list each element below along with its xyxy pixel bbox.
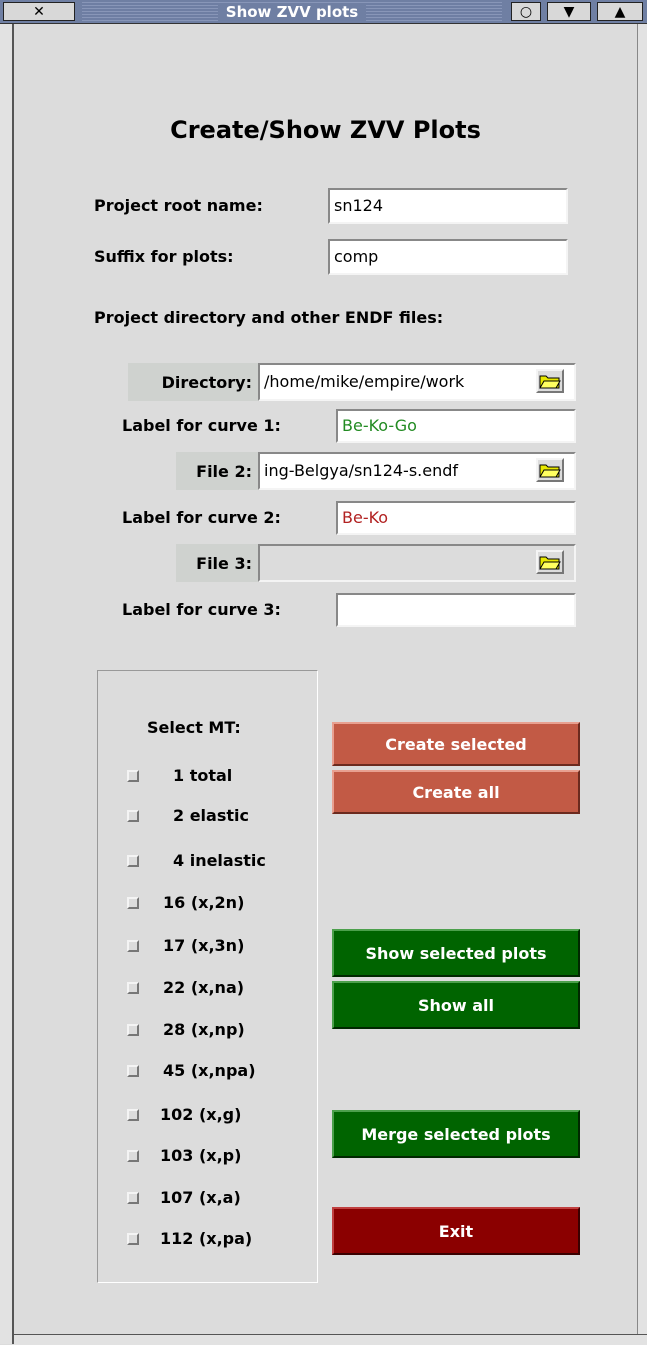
mt-checkbox[interactable] [127, 896, 139, 909]
mt-checkbox-row[interactable]: 28 (x,np) [127, 1020, 245, 1039]
close-button[interactable]: ✕ [3, 2, 75, 21]
mt-checkbox-label: 4 inelastic [173, 851, 266, 870]
title-bar: ✕ Show ZVV plots ○ ▼ ▲ [0, 0, 647, 24]
curve2-input[interactable]: Be-Ko [336, 501, 576, 535]
mt-checkbox[interactable] [127, 939, 139, 952]
window-menu-button[interactable]: ▼ [547, 2, 591, 21]
mt-checkbox[interactable] [127, 1149, 139, 1162]
mt-checkbox-label: 112 (x,pa) [160, 1229, 253, 1248]
folder-icon [539, 556, 561, 570]
curve3-input[interactable] [336, 593, 576, 627]
curve2-label: Label for curve 2: [122, 508, 281, 527]
directory-browse-button[interactable] [536, 369, 564, 393]
mt-checkbox-label: 17 (x,3n) [163, 936, 245, 955]
mt-heading: Select MT: [147, 718, 241, 737]
show-all-button[interactable]: Show all [332, 981, 580, 1029]
file3-label: File 3: [176, 544, 258, 582]
window-frame-bottom [14, 1334, 647, 1345]
curve1-input[interactable]: Be-Ko-Go [336, 409, 576, 443]
mt-checkbox-row[interactable]: 102 (x,g) [127, 1105, 241, 1124]
mt-checkbox[interactable] [127, 1191, 139, 1204]
merge-selected-plots-button[interactable]: Merge selected plots [332, 1110, 580, 1158]
window-title-area[interactable]: Show ZVV plots [82, 2, 502, 21]
window-title: Show ZVV plots [217, 2, 367, 21]
mt-checkbox-row[interactable]: 103 (x,p) [127, 1146, 241, 1165]
mt-checkbox-row[interactable]: 112 (x,pa) [127, 1229, 252, 1248]
project-root-input[interactable]: sn124 [328, 188, 568, 224]
mt-checkbox-row[interactable]: 2 elastic [127, 806, 249, 825]
curve1-label: Label for curve 1: [122, 416, 281, 435]
mt-checkbox-label: 22 (x,na) [163, 978, 245, 997]
mt-checkbox-row[interactable]: 45 (x,npa) [127, 1061, 256, 1080]
iconify-button[interactable]: ○ [511, 2, 541, 21]
directory-label-text: Directory: [161, 372, 252, 392]
maximize-icon: ▲ [614, 3, 626, 20]
mt-checkbox-row[interactable]: 1 total [127, 766, 232, 785]
window-frame-right [637, 24, 647, 1344]
mt-checkbox-label: 28 (x,np) [163, 1020, 245, 1039]
create-all-button[interactable]: Create all [332, 770, 580, 814]
mt-checkbox-row[interactable]: 4 inelastic [127, 851, 266, 870]
mt-checkbox-row[interactable]: 16 (x,2n) [127, 893, 244, 912]
close-icon: ✕ [33, 3, 45, 20]
file2-browse-button[interactable] [536, 458, 564, 482]
mt-checkbox[interactable] [127, 854, 139, 867]
mt-checkbox-label: 102 (x,g) [160, 1105, 242, 1124]
folder-icon [539, 464, 561, 478]
window-frame-left [0, 24, 14, 1344]
mt-checkbox[interactable] [127, 1232, 139, 1245]
mt-checkbox-label: 107 (x,a) [160, 1188, 241, 1207]
project-root-label: Project root name: [94, 196, 263, 215]
directory-input[interactable]: /home/mike/empire/work [258, 363, 576, 401]
file3-browse-button[interactable] [536, 550, 564, 574]
mt-checkbox[interactable] [127, 769, 139, 782]
mt-checkbox-row[interactable]: 107 (x,a) [127, 1188, 241, 1207]
file2-input[interactable]: ing-Belgya/sn124-s.endf [258, 452, 576, 490]
show-selected-plots-button[interactable]: Show selected plots [332, 929, 580, 977]
file3-input[interactable] [258, 544, 576, 582]
create-selected-button[interactable]: Create selected [332, 722, 580, 766]
mt-checkbox-label: 16 (x,2n) [163, 893, 245, 912]
file2-label: File 2: [176, 452, 258, 490]
mt-checkbox[interactable] [127, 1108, 139, 1121]
mt-checkbox[interactable] [127, 809, 139, 822]
folder-icon [539, 375, 561, 389]
suffix-input[interactable]: comp [328, 239, 568, 275]
file3-label-text: File 3: [196, 553, 252, 573]
files-section-heading: Project directory and other ENDF files: [94, 308, 444, 327]
mt-checkbox[interactable] [127, 1023, 139, 1036]
page-title: Create/Show ZVV Plots [170, 116, 481, 144]
mt-checkbox-label: 103 (x,p) [160, 1146, 242, 1165]
menu-down-icon: ▼ [563, 3, 575, 20]
mt-checkbox-row[interactable]: 17 (x,3n) [127, 936, 244, 955]
mt-checkbox-label: 1 total [173, 766, 233, 785]
maximize-button[interactable]: ▲ [597, 2, 643, 21]
mt-checkbox-label: 2 elastic [173, 806, 249, 825]
iconify-icon: ○ [519, 3, 533, 20]
mt-checkbox-label: 45 (x,npa) [163, 1061, 256, 1080]
suffix-label: Suffix for plots: [94, 247, 234, 266]
file2-label-text: File 2: [196, 461, 252, 481]
mt-checkbox-row[interactable]: 22 (x,na) [127, 978, 244, 997]
curve3-label: Label for curve 3: [122, 600, 281, 619]
mt-checkbox[interactable] [127, 1064, 139, 1077]
mt-checkbox[interactable] [127, 981, 139, 994]
directory-label: Directory: [128, 363, 258, 401]
exit-button[interactable]: Exit [332, 1207, 580, 1255]
